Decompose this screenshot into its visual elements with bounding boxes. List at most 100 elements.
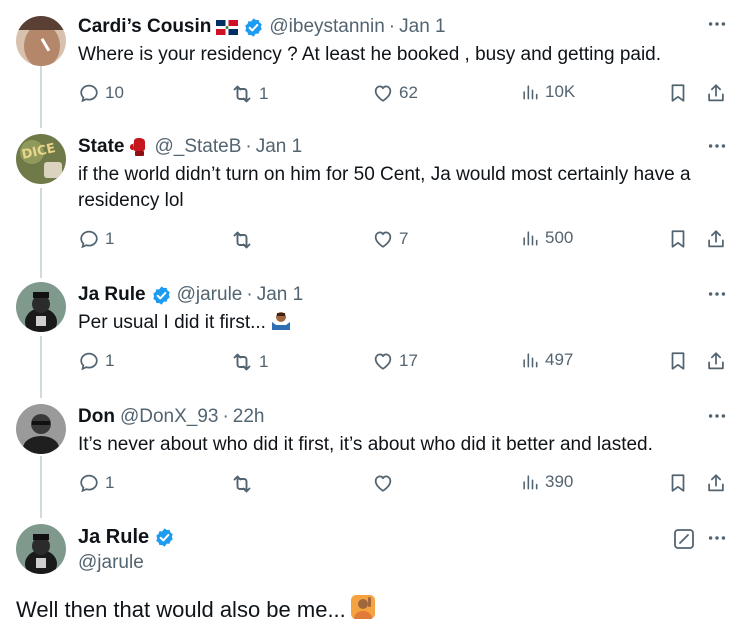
repost-count: 1	[259, 84, 269, 103]
views-icon	[520, 472, 540, 492]
reply-tweet[interactable]: DICE State @_StateB · Jan 1 if the world…	[0, 134, 745, 258]
share-button[interactable]	[705, 472, 727, 494]
repost-icon	[230, 228, 254, 252]
reply-icon	[78, 228, 100, 250]
views-count: 390	[545, 472, 574, 491]
display-name[interactable]: Ja Rule	[78, 284, 146, 306]
timestamp[interactable]: Jan 1	[399, 16, 445, 38]
reply-button[interactable]: 1	[78, 472, 114, 494]
like-button[interactable]: 17	[372, 350, 418, 372]
timestamp[interactable]: 22h	[233, 406, 265, 428]
timestamp[interactable]: Jan 1	[256, 136, 302, 158]
action-bar: 1 390	[78, 472, 729, 498]
views-button[interactable]: 390	[520, 472, 573, 492]
more-icon[interactable]	[705, 284, 729, 304]
reply-tweet[interactable]: Don @DonX_93 · 22h It’s never about who …	[0, 404, 745, 504]
reply-icon	[78, 350, 100, 372]
like-button[interactable]: 62	[372, 82, 418, 104]
handle[interactable]: @ibeystannin	[269, 16, 384, 38]
repost-button[interactable]: 1	[230, 82, 268, 106]
views-icon	[520, 228, 540, 248]
heart-icon	[372, 228, 394, 250]
views-button[interactable]: 500	[520, 228, 573, 248]
main-tweet: Ja Rule @jarule Well then that would als…	[0, 524, 745, 628]
tweet-text-line: residency lol	[78, 190, 184, 211]
main-tweet-body: Well then that would also be me...	[16, 597, 346, 622]
handle[interactable]: @jarule	[177, 284, 243, 306]
reply-button[interactable]: 1	[78, 350, 114, 372]
timestamp[interactable]: Jan 1	[257, 284, 303, 306]
like-count: 17	[399, 351, 418, 370]
views-count: 497	[545, 350, 574, 369]
avatar[interactable]	[16, 404, 66, 454]
tweet-text: Per usual I did it first...	[78, 310, 292, 340]
like-button[interactable]: 7	[372, 228, 408, 250]
tweet-header: Cardi’s Cousin @ibeystannin · Jan 1	[78, 14, 446, 40]
repost-icon	[230, 82, 254, 106]
views-button[interactable]: 10K	[520, 82, 575, 102]
more-icon[interactable]	[705, 136, 729, 156]
avatar[interactable]	[16, 524, 66, 574]
views-count: 10K	[545, 82, 576, 101]
action-bar: 10 1 62 10K	[78, 82, 729, 108]
avatar[interactable]: DICE	[16, 134, 66, 184]
repost-button[interactable]: 1	[230, 350, 268, 374]
handle[interactable]: @DonX_93	[120, 406, 219, 428]
heart-icon	[372, 350, 394, 372]
tweet-text: Where is your residency ? At least he bo…	[78, 44, 662, 65]
more-icon[interactable]	[705, 528, 729, 548]
views-icon	[520, 82, 540, 102]
display-name[interactable]: State	[78, 136, 124, 158]
share-button[interactable]	[705, 350, 727, 372]
more-icon[interactable]	[705, 406, 729, 426]
repost-button[interactable]	[230, 228, 259, 252]
main-tweet-text: Well then that would also be me...	[16, 594, 376, 626]
shrug-emoji-icon	[270, 310, 292, 340]
separator: ·	[246, 284, 253, 305]
reply-button[interactable]: 1	[78, 228, 114, 250]
dominican-flag-icon	[216, 19, 239, 35]
reply-tweet[interactable]: Cardi’s Cousin @ibeystannin · Jan 1 Wher…	[0, 12, 745, 112]
action-bar: 1 7 500	[78, 228, 729, 254]
verified-badge-icon	[154, 527, 175, 548]
tweet-text: if the world didn’t turn on him for 50 C…	[78, 162, 691, 214]
bookmark-icon	[667, 82, 689, 104]
main-author: Ja Rule	[78, 526, 175, 549]
views-icon	[520, 350, 540, 370]
display-name[interactable]: Ja Rule	[78, 526, 149, 549]
share-icon	[705, 472, 727, 494]
display-name[interactable]: Cardi’s Cousin	[78, 16, 211, 38]
avatar[interactable]	[16, 282, 66, 332]
raised-hand-emoji-icon	[350, 594, 376, 626]
like-button[interactable]	[372, 472, 399, 494]
share-icon	[705, 350, 727, 372]
verified-badge-icon	[151, 285, 172, 306]
bookmark-button[interactable]	[667, 82, 689, 104]
handle[interactable]: @jarule	[78, 552, 144, 574]
heart-icon	[372, 472, 394, 494]
reply-count: 1	[105, 229, 115, 248]
reply-tweet[interactable]: Ja Rule @jarule · Jan 1 Per usual I did …	[0, 282, 745, 382]
avatar[interactable]	[16, 16, 66, 66]
views-button[interactable]: 497	[520, 350, 573, 370]
display-name[interactable]: Don	[78, 406, 115, 428]
share-button[interactable]	[705, 228, 727, 250]
edit-icon[interactable]	[673, 528, 695, 550]
more-icon[interactable]	[705, 14, 729, 34]
action-bar: 1 1 17 497	[78, 350, 729, 376]
repost-icon	[230, 350, 254, 374]
bookmark-button[interactable]	[667, 228, 689, 250]
like-count: 62	[399, 83, 418, 102]
bookmark-button[interactable]	[667, 350, 689, 372]
separator: ·	[222, 406, 229, 427]
verified-badge-icon	[243, 17, 264, 38]
tweet-header: Don @DonX_93 · 22h	[78, 404, 265, 430]
reply-button[interactable]: 10	[78, 82, 124, 104]
tweet-header: Ja Rule @jarule · Jan 1	[78, 282, 303, 308]
handle[interactable]: @_StateB	[154, 136, 241, 158]
heart-icon	[372, 82, 394, 104]
bookmark-button[interactable]	[667, 472, 689, 494]
reply-count: 10	[105, 83, 124, 102]
share-button[interactable]	[705, 82, 727, 104]
repost-button[interactable]	[230, 472, 259, 496]
